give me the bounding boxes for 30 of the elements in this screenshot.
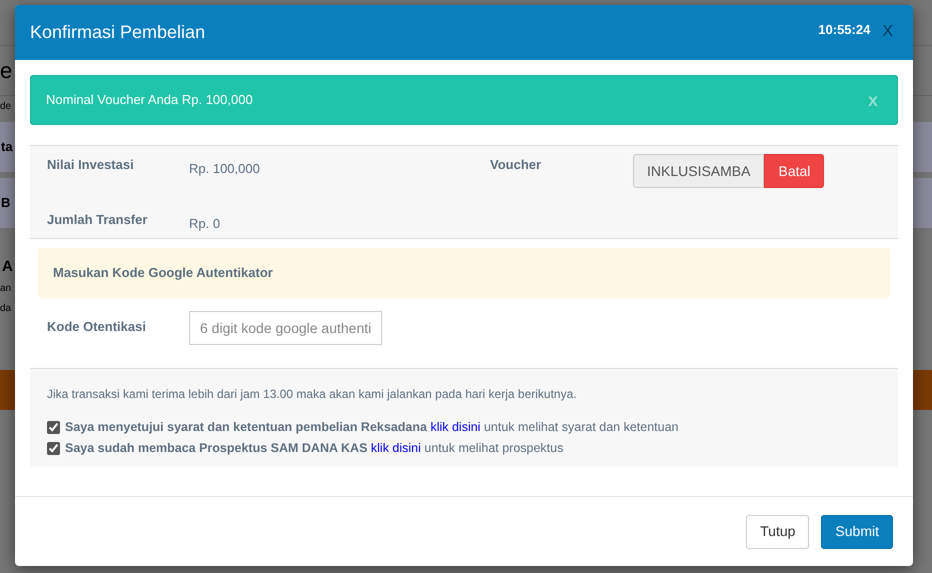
close-dialog-button[interactable]: Tutup — [746, 514, 810, 548]
terms-link[interactable]: klik disini — [430, 420, 480, 434]
voucher-label: Voucher — [490, 156, 542, 174]
page-title: e — [0, 57, 12, 85]
auth-code-input[interactable]: 6 digit kode google authenti — [189, 311, 382, 345]
agreement-text: Saya sudah membaca Prospektus SAM DANA KAS klik disini untuk melihat prospektus — [65, 440, 564, 458]
agree-checkbox[interactable] — [47, 421, 60, 434]
close-button[interactable]: X — [882, 20, 893, 44]
dialog-title: Konfirmasi Pembelian — [30, 21, 206, 44]
cancel-voucher-button[interactable]: Batal — [764, 154, 824, 188]
header-text: ta — [0, 138, 13, 156]
page-text: da — [0, 302, 12, 316]
terms-link[interactable]: klik disini — [370, 441, 421, 456]
page-heading: A — [1, 256, 13, 276]
auth-notice: Masukan Kode Google Autentikator — [38, 248, 890, 298]
auth-label: Kode Otentikasi — [47, 318, 147, 336]
header-text: B — [0, 194, 10, 212]
voucher-code-field: INKLUSISAMBA — [633, 154, 764, 188]
summary-value: Rp. 0 — [189, 214, 220, 233]
summary-value: Rp. 100,000 — [189, 160, 260, 178]
summary-label: Nilai Investasi — [47, 156, 135, 174]
summary-label: Jumlah Transfer — [47, 210, 148, 228]
page-text: de — [0, 100, 12, 114]
agreement-text: Saya menyetujui syarat dan ketentuan pembelian Reksadana klik disini untuk melihat syarat dan ketentuan — [65, 419, 679, 436]
agree-checkbox[interactable] — [47, 442, 60, 455]
clock-text: 10:55:24 — [818, 20, 870, 39]
page-text: an — [0, 282, 12, 296]
alert-text: Nominal Voucher Anda Rp. 100,000 — [46, 91, 254, 110]
submit-button[interactable]: Submit — [821, 514, 893, 548]
cutoff-note: Jika transaksi kami terima lebih dari jam 13.00 maka akan kami jalankan pada hari kerja berikutnya. — [47, 386, 578, 403]
